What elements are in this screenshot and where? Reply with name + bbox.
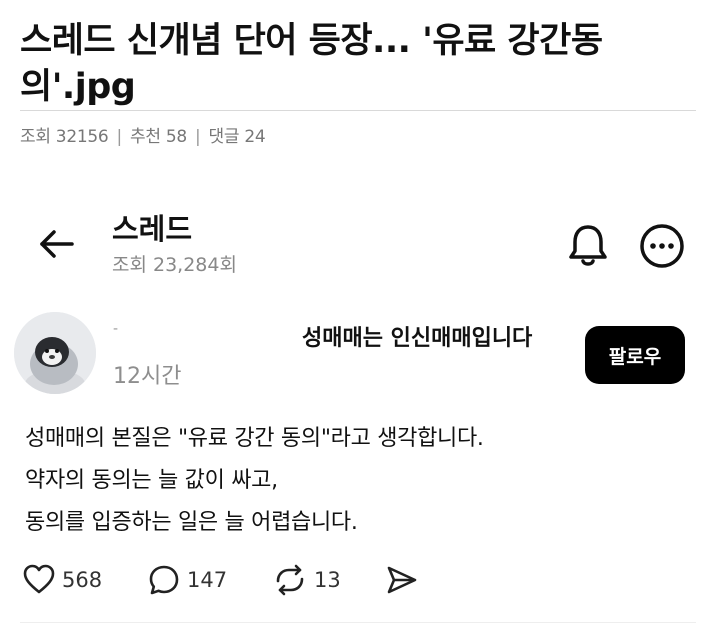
post-body: 성매매의 본질은 "유료 강간 동의"라고 생각합니다. 약자의 동의는 늘 값… [25,418,685,544]
comment-bubble-icon [149,565,179,595]
thread-title: 스레드 [112,212,193,246]
title-divider [20,110,696,111]
author-name-redacted: - [113,321,119,337]
more-options-button[interactable] [638,222,686,270]
repost-icon [276,564,304,596]
views-label: 조회 [20,127,51,147]
follow-button[interactable]: 팔로우 [585,326,685,384]
repost-button[interactable]: 13 [272,560,341,600]
heart-icon [23,564,55,594]
author-avatar[interactable] [14,312,96,394]
like-count: 568 [62,568,103,592]
article-meta: 조회 32156 | 추천 58 | 댓글 24 [20,126,266,148]
send-icon [387,566,417,594]
back-button[interactable] [34,224,78,264]
comments-count: 24 [244,127,266,147]
thread-view-count: 조회 23,284회 [112,254,237,276]
comment-count: 147 [187,568,228,592]
comments-label: 댓글 [208,127,240,147]
post-body-line: 성매매의 본질은 "유료 강간 동의"라고 생각합니다. [25,426,484,451]
notification-button[interactable] [566,222,610,268]
bottom-divider [20,622,696,623]
post-body-line: 동의를 입증하는 일은 늘 어렵습니다. [25,510,358,535]
arrow-left-icon [40,230,74,258]
likes-count: 58 [165,127,187,147]
article-title: 스레드 신개념 단어 등장... '유료 강간동의'.jpg [20,21,603,107]
repost-count: 13 [314,568,341,592]
comment-button[interactable]: 147 [147,560,227,600]
more-horizontal-icon [640,224,684,268]
like-button[interactable]: 568 [22,560,102,600]
meta-separator: | [195,127,201,147]
likes-label: 추천 [130,127,161,147]
post-timestamp: 12시간 [113,364,182,389]
share-button[interactable] [384,560,420,600]
meta-separator: | [116,127,123,147]
views-count: 32156 [55,127,109,147]
post-headline: 성매매는 인신매매입니다 [302,326,533,351]
penguin-avatar-image [14,312,96,394]
post-body-line: 약자의 동의는 늘 값이 싸고, [25,468,278,493]
bell-icon [569,225,607,266]
